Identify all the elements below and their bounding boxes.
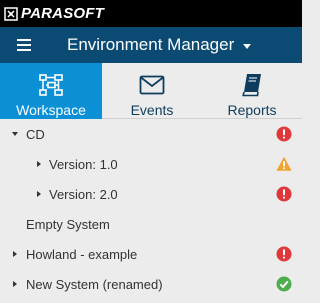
tree-item-new-system[interactable]: New System (renamed) xyxy=(0,269,302,299)
workspace-tree-icon xyxy=(38,72,64,98)
tree-item-howland-example[interactable]: Howland - example xyxy=(0,239,302,269)
error-status-icon xyxy=(276,246,292,262)
tab-reports[interactable]: Reports xyxy=(202,63,302,119)
collapse-toggle-icon[interactable] xyxy=(37,161,41,167)
tab-events[interactable]: Events xyxy=(102,63,202,119)
error-status-icon xyxy=(276,126,292,142)
tree-item-cd[interactable]: CD xyxy=(0,119,302,149)
environment-manager-dropdown[interactable]: Environment Manager xyxy=(67,27,252,63)
tree-item-version-1[interactable]: Version: 1.0 xyxy=(0,149,302,179)
app-header: Environment Manager xyxy=(0,27,302,63)
tree-item-empty-system[interactable]: Empty System xyxy=(0,209,302,239)
brand-bar: PARASOFT xyxy=(0,0,302,27)
parasoft-logo: PARASOFT xyxy=(4,5,104,22)
parasoft-logo-icon xyxy=(4,6,18,21)
envelope-icon xyxy=(139,72,165,98)
collapse-toggle-icon[interactable] xyxy=(37,191,41,197)
tree-item-version-2[interactable]: Version: 2.0 xyxy=(0,179,302,209)
environment-manager-app: PARASOFT Environment Manager Workspace E… xyxy=(0,0,302,303)
tab-reports-label: Reports xyxy=(227,102,277,118)
hamburger-menu-icon[interactable] xyxy=(17,39,31,51)
expand-toggle-icon[interactable] xyxy=(12,132,18,136)
tree-item-label: Version: 2.0 xyxy=(49,186,118,202)
workspace-tree: CD Version: 1.0 Version: 2.0 Empty Syste… xyxy=(0,119,302,299)
caret-down-icon xyxy=(243,43,252,49)
header-title: Environment Manager xyxy=(67,35,235,54)
tab-workspace[interactable]: Workspace xyxy=(0,63,102,119)
collapse-toggle-icon[interactable] xyxy=(13,281,17,287)
book-icon xyxy=(241,72,263,98)
tab-events-label: Events xyxy=(130,102,174,118)
tree-item-label: Howland - example xyxy=(26,246,138,262)
warning-status-icon xyxy=(276,156,292,171)
tab-workspace-label: Workspace xyxy=(16,102,86,118)
collapse-toggle-icon[interactable] xyxy=(13,251,17,257)
brand-name: PARASOFT xyxy=(21,5,104,22)
error-status-icon xyxy=(276,186,292,202)
tree-item-label: CD xyxy=(26,126,45,142)
ok-status-icon xyxy=(276,276,292,292)
tree-item-label: New System (renamed) xyxy=(26,276,163,292)
tree-item-label: Empty System xyxy=(26,216,110,232)
tree-item-label: Version: 1.0 xyxy=(49,156,118,172)
tab-bar: Workspace Events Reports xyxy=(0,63,302,119)
